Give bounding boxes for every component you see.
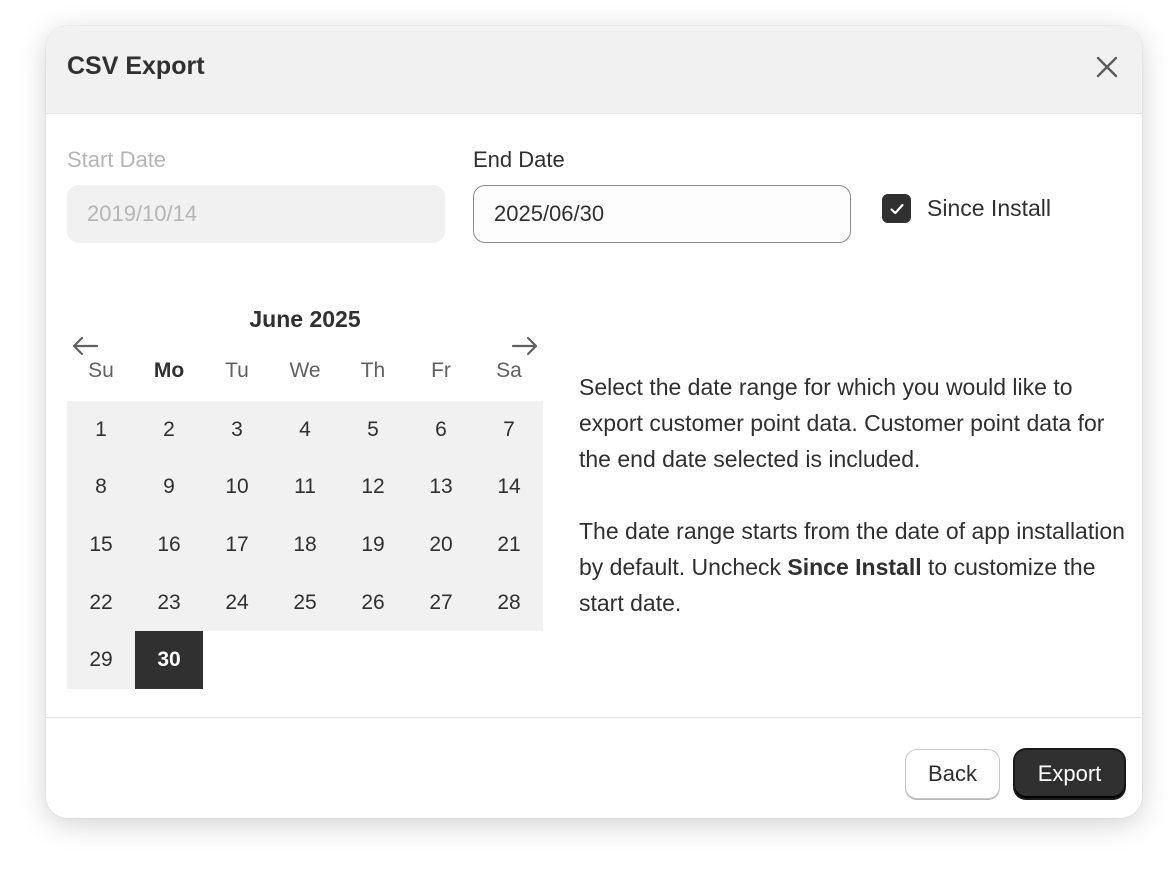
start-date-input: 2019/10/14 bbox=[67, 185, 445, 243]
calendar-day[interactable]: 15 bbox=[67, 516, 135, 574]
checkbox-box[interactable] bbox=[882, 194, 911, 223]
arrow-right-icon bbox=[511, 336, 538, 356]
weekday-fr: Fr bbox=[431, 359, 451, 382]
end-date-input[interactable]: 2025/06/30 bbox=[473, 185, 851, 243]
calendar-day[interactable]: 22 bbox=[67, 573, 135, 632]
calendar-day[interactable]: 4 bbox=[271, 401, 339, 459]
csv-export-modal: CSV Export Start Date 2019/10/14 End Dat… bbox=[46, 26, 1142, 818]
modal-header: CSV Export bbox=[46, 26, 1142, 114]
calendar-day[interactable]: 20 bbox=[407, 516, 475, 574]
calendar-day[interactable]: 6 bbox=[407, 401, 475, 459]
weekday-su: Su bbox=[88, 359, 114, 382]
calendar-day[interactable]: 3 bbox=[203, 401, 271, 459]
calendar-day[interactable]: 18 bbox=[271, 516, 339, 574]
calendar-day[interactable]: 5 bbox=[339, 401, 407, 459]
back-button[interactable]: Back bbox=[905, 749, 1000, 799]
start-date-label: Start Date bbox=[67, 147, 167, 172]
arrow-left-icon bbox=[72, 336, 99, 356]
calendar-day[interactable]: 12 bbox=[339, 458, 407, 517]
end-date-label: End Date bbox=[473, 147, 565, 172]
calendar-month-title: June 2025 bbox=[249, 306, 361, 332]
modal-footer: Back Export bbox=[46, 717, 1142, 818]
previous-month-button[interactable] bbox=[70, 334, 100, 358]
export-button[interactable]: Export bbox=[1014, 749, 1125, 799]
description-paragraph-2: The date range starts from the date of a… bbox=[579, 513, 1131, 621]
calendar-day[interactable]: 10 bbox=[203, 458, 271, 517]
weekday-sa: Sa bbox=[496, 359, 522, 382]
calendar-day[interactable]: 17 bbox=[203, 516, 271, 574]
weekday-mo: Mo bbox=[153, 359, 185, 382]
calendar-day-selected[interactable]: 30 bbox=[135, 631, 203, 689]
calendar-day[interactable]: 16 bbox=[135, 516, 203, 574]
since-install-label: Since Install bbox=[927, 195, 1052, 221]
description-emphasis: Since Install bbox=[787, 554, 922, 580]
modal-title: CSV Export bbox=[67, 52, 205, 80]
calendar-day[interactable]: 1 bbox=[67, 401, 135, 459]
close-icon bbox=[1096, 56, 1118, 78]
calendar-day[interactable]: 11 bbox=[271, 458, 339, 517]
since-install-checkbox[interactable]: Since Install bbox=[882, 194, 1051, 223]
calendar-day[interactable]: 9 bbox=[135, 458, 203, 517]
calendar-day[interactable]: 7 bbox=[475, 401, 543, 459]
calendar-day[interactable]: 23 bbox=[135, 573, 203, 632]
weekday-header-row: Su Mo Tu We Th Fr Sa bbox=[67, 359, 543, 389]
calendar-day[interactable]: 25 bbox=[271, 573, 339, 632]
calendar-day[interactable]: 29 bbox=[67, 631, 135, 689]
calendar-day[interactable]: 24 bbox=[203, 573, 271, 632]
close-button[interactable] bbox=[1092, 52, 1122, 82]
calendar-day[interactable]: 27 bbox=[407, 573, 475, 632]
checkmark-icon bbox=[889, 203, 904, 214]
calendar-day[interactable]: 13 bbox=[407, 458, 475, 517]
calendar-day[interactable]: 21 bbox=[475, 516, 543, 574]
calendar-day[interactable]: 28 bbox=[475, 573, 543, 632]
weekday-we: We bbox=[289, 359, 321, 382]
calendar-day-grid: 1 2 3 4 5 6 7 8 9 10 11 12 13 14 15 16 1… bbox=[67, 401, 543, 689]
weekday-tu: Tu bbox=[225, 359, 249, 382]
weekday-th: Th bbox=[360, 359, 386, 382]
calendar-day[interactable]: 19 bbox=[339, 516, 407, 574]
calendar-day[interactable]: 8 bbox=[67, 458, 135, 517]
next-month-button[interactable] bbox=[510, 334, 540, 358]
calendar-day[interactable]: 26 bbox=[339, 573, 407, 632]
calendar-day[interactable]: 14 bbox=[475, 458, 543, 517]
calendar-day[interactable]: 2 bbox=[135, 401, 203, 459]
description-paragraph-1: Select the date range for which you woul… bbox=[579, 374, 1105, 472]
